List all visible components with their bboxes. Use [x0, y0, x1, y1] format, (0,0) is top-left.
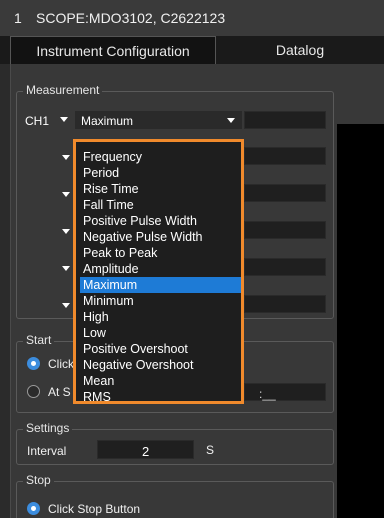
dropdown-option[interactable]: Negative Pulse Width — [80, 229, 241, 245]
dropdown-option-selected[interactable]: Maximum — [80, 277, 241, 293]
stop-click-radio[interactable] — [27, 502, 40, 515]
tab-datalog[interactable]: Datalog — [216, 36, 384, 64]
measurement-select-value: Maximum — [81, 114, 134, 128]
start-click-label: Click — [48, 357, 74, 371]
start-click-radio[interactable] — [27, 357, 40, 370]
interval-label: Interval — [27, 444, 67, 458]
settings-group-title: Settings — [23, 421, 73, 435]
stop-click-label: Click Stop Button — [48, 502, 141, 516]
start-at-label: At S — [48, 385, 71, 399]
measurement-value-field[interactable] — [244, 221, 326, 239]
chevron-down-icon[interactable] — [62, 266, 70, 271]
dropdown-option[interactable]: Low — [80, 325, 241, 341]
measurement-value-field[interactable] — [244, 111, 326, 129]
measurement-value-field[interactable] — [244, 184, 326, 202]
dropdown-option[interactable]: High — [80, 309, 241, 325]
tab-instrument-configuration[interactable]: Instrument Configuration — [10, 36, 216, 64]
title-bar: 1 SCOPE:MDO3102, C2622123 — [0, 0, 384, 36]
chevron-down-icon — [227, 118, 235, 123]
dropdown-option[interactable]: Minimum — [80, 293, 241, 309]
measurement-value-field[interactable] — [244, 258, 326, 276]
dropdown-option[interactable]: Positive Pulse Width — [80, 213, 241, 229]
dropdown-option[interactable]: Period — [80, 165, 241, 181]
dropdown-option[interactable]: Fall Time — [80, 197, 241, 213]
measurement-group-title: Measurement — [23, 83, 103, 97]
start-time-suffix: :__ — [259, 387, 276, 401]
dropdown-option[interactable]: Rise Time — [80, 181, 241, 197]
waveform-display — [337, 124, 384, 518]
dropdown-option[interactable]: Amplitude — [80, 261, 241, 277]
channel-select[interactable]: CH1 — [25, 114, 49, 128]
interval-value: 2 — [142, 444, 150, 459]
dropdown-option[interactable]: Negative Overshoot — [80, 357, 241, 373]
chevron-down-icon[interactable] — [62, 192, 70, 197]
interval-unit: S — [206, 443, 215, 457]
chevron-down-icon[interactable] — [62, 155, 70, 160]
dropdown-option[interactable]: RMS — [80, 389, 241, 405]
start-at-radio[interactable] — [27, 385, 40, 398]
measurement-value-field[interactable] — [244, 295, 326, 313]
dropdown-option[interactable]: Positive Overshoot — [80, 341, 241, 357]
measurement-dropdown-list: Frequency Period Rise Time Fall Time Pos… — [73, 139, 244, 404]
dropdown-option[interactable]: Peak to Peak — [80, 245, 241, 261]
measurement-select[interactable]: Maximum — [75, 111, 242, 129]
interval-input[interactable]: 2 — [97, 440, 194, 459]
stop-group-title: Stop — [23, 473, 54, 487]
chevron-down-icon[interactable] — [62, 303, 70, 308]
window-title: SCOPE:MDO3102, C2622123 — [36, 10, 226, 26]
chevron-down-icon[interactable] — [60, 117, 68, 122]
measurement-value-field[interactable] — [244, 147, 326, 165]
dropdown-option[interactable]: Mean — [80, 373, 241, 389]
window-index: 1 — [14, 10, 22, 26]
dropdown-option[interactable]: Frequency — [80, 149, 241, 165]
start-time-field[interactable]: :__ — [244, 383, 326, 401]
start-group-title: Start — [23, 333, 55, 347]
tab-bar: Instrument Configuration Datalog — [0, 36, 384, 64]
chevron-down-icon[interactable] — [62, 229, 70, 234]
